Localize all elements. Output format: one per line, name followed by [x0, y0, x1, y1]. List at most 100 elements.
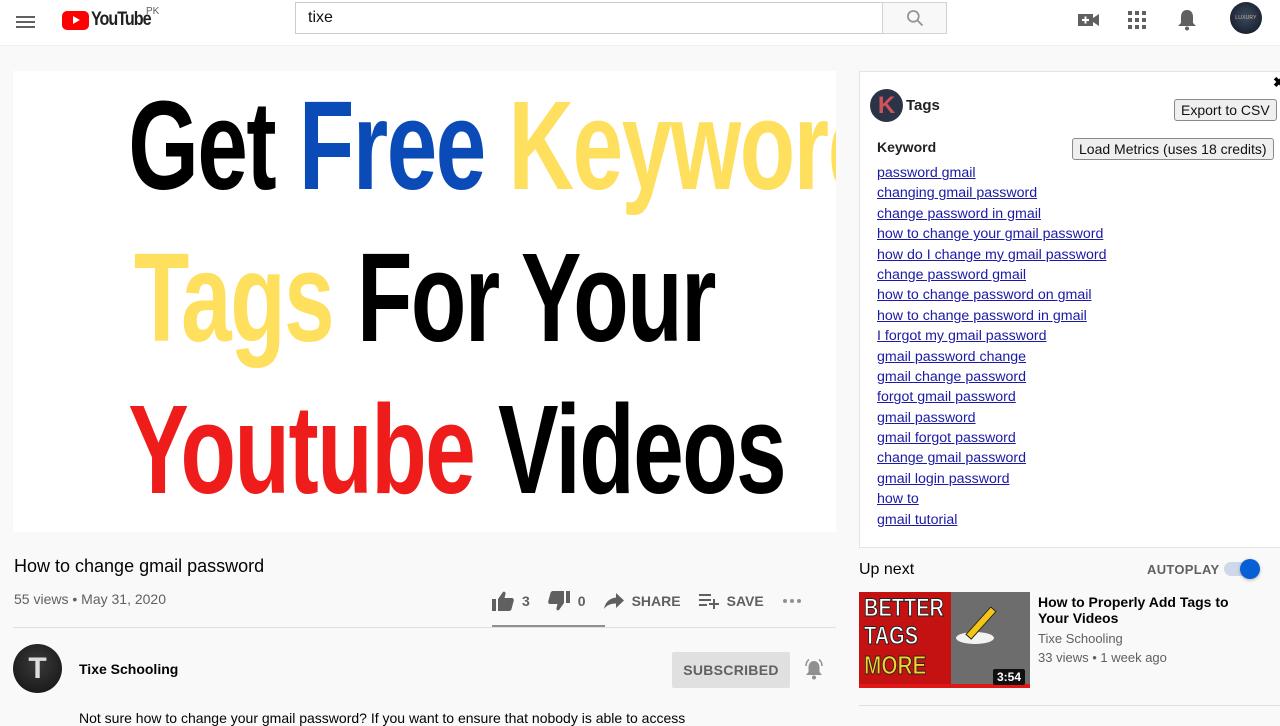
load-metrics-button[interactable]: Load Metrics (uses 18 credits): [1072, 138, 1274, 160]
create-video-icon[interactable]: [1077, 8, 1101, 32]
share-button[interactable]: SHARE: [603, 593, 681, 609]
keyword-link[interactable]: password gmail: [877, 165, 976, 181]
publish-date: May 31, 2020: [81, 591, 166, 607]
keyword-item: gmail password change: [877, 348, 1106, 368]
keyword-item: how to: [877, 490, 1106, 510]
save-label: SAVE: [726, 593, 764, 609]
keyword-item: how to change password on gmail: [877, 286, 1106, 306]
keyword-item: change password gmail: [877, 266, 1106, 286]
keyword-item: gmail forgot password: [877, 429, 1106, 449]
more-horizontal-icon: [782, 599, 801, 603]
thumbs-up-icon: [492, 591, 514, 611]
export-csv-button[interactable]: Export to CSV: [1174, 99, 1277, 121]
keyword-item: how to change password in gmail: [877, 307, 1106, 327]
video-player[interactable]: Get Free Keyword Tags For Your Youtube V…: [13, 71, 836, 532]
up-next-views: 33 views: [1038, 650, 1089, 665]
keyword-list: password gmail changing gmail password cha…: [877, 164, 1106, 531]
thumb-word: Tags: [133, 227, 335, 368]
logo-letter: K: [877, 91, 896, 119]
notifications-bell-icon[interactable]: [1175, 8, 1199, 32]
keyword-link[interactable]: change password gmail: [877, 267, 1026, 283]
keyword-link[interactable]: how to change password in gmail: [877, 308, 1087, 324]
menu-icon[interactable]: [14, 10, 38, 34]
share-label: SHARE: [631, 593, 681, 609]
channel-notification-bell-icon[interactable]: [803, 658, 825, 685]
keyword-item: how do I change my gmail password: [877, 246, 1106, 266]
channel-name[interactable]: Tixe Schooling: [79, 661, 178, 677]
apps-grid-icon[interactable]: [1125, 8, 1149, 32]
keyword-link[interactable]: changing gmail password: [877, 185, 1037, 201]
meta-separator: •: [1092, 650, 1097, 665]
keyword-item: gmail password: [877, 409, 1106, 429]
share-icon: [603, 593, 624, 609]
keyword-item: change password in gmail: [877, 205, 1106, 225]
keyword-link[interactable]: forgot gmail password: [877, 389, 1016, 405]
up-next-label: Up next: [859, 561, 915, 578]
video-title: How to change gmail password: [14, 556, 265, 576]
avatar-text: LUXURY: [1235, 15, 1257, 21]
meta-separator: •: [72, 591, 78, 607]
keyword-link[interactable]: change gmail password: [877, 450, 1026, 466]
search-bar: [295, 2, 947, 34]
keyword-link[interactable]: gmail password: [877, 410, 976, 426]
save-button[interactable]: SAVE: [698, 593, 764, 609]
keyword-item: forgot gmail password: [877, 388, 1106, 408]
thumbnail-line-1: Get Free Keyword: [128, 83, 836, 209]
thumbnail-line-3: Youtube Videos: [128, 387, 786, 513]
keyword-item: how to change your gmail password: [877, 225, 1106, 245]
search-input[interactable]: [295, 2, 882, 34]
keyword-link[interactable]: how do I change my gmail password: [877, 247, 1106, 263]
keyword-link[interactable]: how to: [877, 491, 919, 507]
keyword-column-header: Keyword: [877, 139, 937, 155]
thumb-word: Free: [298, 75, 486, 216]
tags-panel-title: Tags: [906, 97, 940, 114]
video-duration: 3:54: [993, 669, 1026, 685]
keyword-link[interactable]: gmail login password: [877, 471, 1009, 487]
account-avatar[interactable]: LUXURY: [1230, 2, 1262, 34]
video-actions: 3 0 SHARE SAVE: [492, 585, 828, 617]
keyword-item: changing gmail password: [877, 184, 1106, 204]
thumb-text: MORE VIEWS!: [864, 650, 939, 689]
thumbs-down-icon: [547, 591, 570, 611]
keyword-item: change gmail password: [877, 449, 1106, 469]
autoplay-label: AUTOPLAY: [1147, 562, 1220, 577]
keyword-link[interactable]: gmail forgot password: [877, 430, 1016, 446]
keyword-item: password gmail: [877, 164, 1106, 184]
thumb-word: Keyword: [508, 75, 836, 216]
like-button[interactable]: 3: [492, 591, 530, 611]
keyword-link[interactable]: gmail tutorial: [877, 512, 957, 528]
close-icon[interactable]: ✖: [1273, 74, 1280, 91]
more-actions-button[interactable]: [782, 598, 810, 604]
keyword-item: I forgot my gmail password: [877, 327, 1106, 347]
thumb-text: TAGS: [864, 622, 919, 651]
up-next-age: 1 week ago: [1100, 650, 1167, 665]
search-button[interactable]: [882, 2, 947, 34]
keyword-item: gmail change password: [877, 368, 1106, 388]
search-icon: [906, 10, 923, 27]
playlist-add-icon: [698, 594, 719, 609]
keyword-item: gmail login password: [877, 470, 1106, 490]
divider: [859, 705, 1280, 706]
thumb-word: Videos: [498, 379, 787, 520]
up-next-channel[interactable]: Tixe Schooling: [1038, 631, 1123, 646]
keyword-link[interactable]: how to change your gmail password: [877, 226, 1103, 242]
keyword-link[interactable]: how to change password on gmail: [877, 287, 1092, 303]
up-next-title[interactable]: How to Properly Add Tags to Your Videos: [1038, 594, 1238, 626]
keyword-item: gmail tutorial: [877, 511, 1106, 531]
keyword-link[interactable]: change password in gmail: [877, 206, 1041, 222]
autoplay-toggle[interactable]: [1222, 559, 1260, 579]
logo-text: YouTube: [91, 9, 152, 30]
keyword-link[interactable]: I forgot my gmail password: [877, 328, 1047, 344]
dislike-button[interactable]: 0: [547, 591, 586, 611]
country-code: PK: [146, 6, 160, 17]
avatar-letter: T: [28, 651, 47, 685]
keyword-link[interactable]: gmail password change: [877, 349, 1026, 365]
like-count: 3: [522, 593, 530, 609]
up-next-meta: 33 views • 1 week ago: [1038, 650, 1167, 665]
video-meta: 55 views • May 31, 2020: [14, 591, 166, 607]
thumb-word: Youtube: [128, 379, 475, 520]
subscribed-button[interactable]: SUBSCRIBED: [672, 652, 790, 688]
keyword-link[interactable]: gmail change password: [877, 369, 1026, 385]
divider: [13, 627, 836, 628]
channel-avatar[interactable]: T: [13, 644, 62, 693]
